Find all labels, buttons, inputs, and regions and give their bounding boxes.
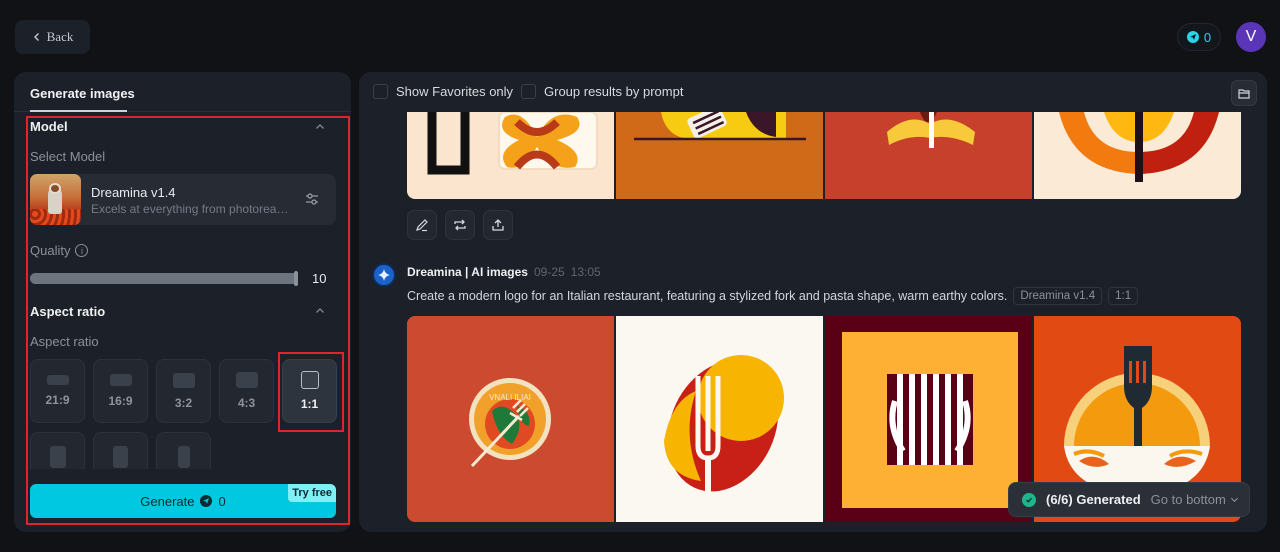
- show-favorites-label: Show Favorites only: [396, 84, 514, 99]
- aspect-option-1-1[interactable]: 1:1: [282, 359, 337, 423]
- credit-coin-icon: [1186, 31, 1199, 43]
- checkbox[interactable]: [521, 84, 536, 99]
- group-results-toggle[interactable]: Group results by prompt: [521, 84, 683, 99]
- generated-image[interactable]: [825, 112, 1032, 199]
- sliders-icon[interactable]: [304, 191, 320, 207]
- repeat-icon: [454, 219, 466, 231]
- upload-icon: [492, 219, 504, 231]
- tab-generate-images[interactable]: Generate images: [30, 86, 135, 101]
- svg-text:VNALI ILIAI: VNALI ILIAI: [489, 393, 531, 402]
- generate-label: Generate: [140, 493, 195, 509]
- credits-badge[interactable]: 0: [1177, 23, 1221, 51]
- prompt-text: Create a modern logo for an Italian rest…: [407, 289, 1008, 303]
- folder-button[interactable]: [1231, 80, 1257, 106]
- user-avatar[interactable]: V: [1236, 22, 1266, 52]
- checkbox[interactable]: [373, 84, 388, 99]
- dreamina-avatar-icon: [372, 263, 396, 287]
- aspect-option-3-2[interactable]: 3:2: [156, 359, 211, 423]
- ratio-label: 16:9: [108, 394, 133, 408]
- model-section-title: Model: [30, 119, 68, 134]
- chevron-left-icon: [33, 33, 39, 41]
- slider-handle[interactable]: [294, 271, 298, 286]
- model-selector[interactable]: Dreamina v1.4 Excels at everything from …: [30, 174, 336, 225]
- aspect-ratio-label: Aspect ratio: [30, 334, 99, 349]
- ratio-label: 3:2: [174, 395, 193, 410]
- aspect-section-title: Aspect ratio: [30, 304, 106, 319]
- generated-image[interactable]: [616, 316, 823, 522]
- ratio-label: 21:9: [45, 393, 70, 407]
- model-description: Excels at everything from photorealism t…: [91, 202, 291, 216]
- try-free-badge: Try free: [288, 484, 336, 502]
- ratio-label: 4:3: [237, 396, 256, 410]
- folder-icon: [1238, 88, 1250, 99]
- ratio-shape-icon: [46, 375, 69, 385]
- image-actions: [407, 210, 513, 240]
- aspect-option-3-4[interactable]: [30, 432, 85, 469]
- go-to-bottom-button[interactable]: Go to bottom: [1151, 492, 1239, 507]
- ratio-shape-icon: [49, 446, 66, 468]
- generate-cost: 0: [218, 493, 226, 509]
- aspect-option-2-3[interactable]: [93, 432, 148, 469]
- ratio-shape-icon: [300, 371, 319, 389]
- generated-image[interactable]: [825, 316, 1032, 522]
- back-button[interactable]: Back: [15, 20, 90, 54]
- generation-status-toast: (6/6) Generated Go to bottom: [1008, 482, 1250, 517]
- aspect-ratio-grid: 21:9 16:9 3:2 4:3 1:1: [30, 359, 340, 469]
- back-label: Back: [46, 29, 74, 44]
- go-to-bottom-label: Go to bottom: [1150, 492, 1226, 507]
- quality-label: Quality i: [30, 243, 89, 258]
- ratio-tag: 1:1: [1108, 287, 1139, 305]
- pencil-icon: [416, 219, 428, 232]
- aspect-option-16-9[interactable]: 16:9: [93, 359, 148, 423]
- chevron-down-icon: [1230, 497, 1238, 503]
- message-time: 13:05: [570, 265, 601, 279]
- credits-count: 0: [1203, 29, 1212, 45]
- results-panel: Show Favorites only Group results by pro…: [359, 72, 1267, 532]
- active-tab-indicator: [30, 110, 127, 112]
- generate-button[interactable]: Generate 0 Try free: [30, 484, 336, 518]
- edit-prompt-button[interactable]: [407, 210, 437, 240]
- quality-slider[interactable]: [30, 271, 298, 286]
- group-results-label: Group results by prompt: [544, 84, 684, 99]
- aspect-option-21-9[interactable]: 21:9: [30, 359, 85, 423]
- export-button[interactable]: [483, 210, 513, 240]
- model-name: Dreamina v1.4: [91, 185, 176, 200]
- select-model-label: Select Model: [30, 149, 106, 164]
- generated-image[interactable]: [1034, 112, 1241, 199]
- aspect-option-4-3[interactable]: 4:3: [219, 359, 274, 423]
- panel-tabs: Generate images: [14, 72, 351, 112]
- generated-image[interactable]: VNALI ILIAI: [407, 316, 614, 522]
- slider-fill: [30, 273, 298, 284]
- ratio-shape-icon: [172, 372, 195, 388]
- generate-panel: Generate images Model Select Model Dream…: [14, 72, 351, 532]
- generated-image[interactable]: [407, 112, 614, 199]
- generation-status: (6/6) Generated: [1046, 492, 1141, 507]
- show-favorites-toggle[interactable]: Show Favorites only: [373, 84, 513, 99]
- ratio-shape-icon: [109, 374, 132, 386]
- ratio-shape-icon: [177, 446, 190, 468]
- collapse-model-icon[interactable]: [315, 122, 325, 132]
- ratio-shape-icon: [113, 446, 128, 468]
- collapse-aspect-icon[interactable]: [315, 306, 325, 316]
- results-toolbar: Show Favorites only Group results by pro…: [359, 72, 1267, 112]
- quality-label-text: Quality: [30, 243, 71, 258]
- info-icon[interactable]: i: [75, 244, 89, 257]
- model-thumbnail: [30, 174, 81, 225]
- model-tag: Dreamina v1.4: [1013, 287, 1103, 305]
- regenerate-button[interactable]: [445, 210, 475, 240]
- aspect-option-9-16[interactable]: [156, 432, 211, 469]
- generated-image[interactable]: [616, 112, 823, 199]
- ratio-shape-icon: [235, 372, 258, 388]
- message-author: Dreamina | AI images: [407, 265, 528, 279]
- message-header: Dreamina | AI images 09-25 13:05: [407, 265, 601, 279]
- message-prompt: Create a modern logo for an Italian rest…: [407, 287, 1139, 305]
- quality-value: 10: [312, 271, 327, 286]
- previous-image-grid: [407, 112, 1241, 199]
- check-circle-icon: [1022, 492, 1036, 507]
- ratio-label: 1:1: [300, 397, 319, 411]
- message-date: 09-25: [533, 265, 565, 279]
- credit-coin-icon: [200, 495, 213, 507]
